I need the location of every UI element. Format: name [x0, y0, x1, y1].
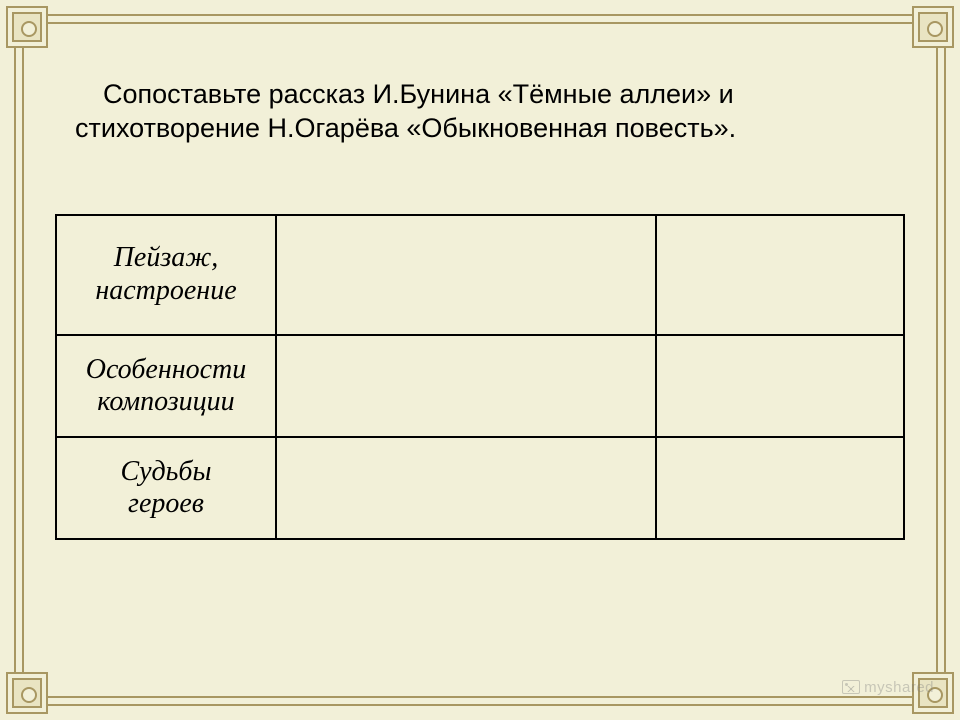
cell — [276, 215, 656, 335]
corner-ornament — [6, 672, 48, 714]
prompt-line2: стихотворение Н.Огарёва «Обыкновенная по… — [75, 113, 736, 143]
prompt-line1: Сопоставьте рассказ И.Бунина «Тёмные алл… — [103, 79, 734, 109]
corner-ornament — [6, 6, 48, 48]
comparison-table: Пейзаж,настроение Особенностикомпозиции … — [55, 214, 905, 541]
image-icon — [842, 680, 860, 694]
slide-content: Сопоставьте рассказ И.Бунина «Тёмные алл… — [55, 78, 905, 660]
corner-ornament — [912, 6, 954, 48]
cell — [276, 335, 656, 437]
cell — [656, 437, 904, 539]
row-header: Особенностикомпозиции — [56, 335, 276, 437]
task-prompt: Сопоставьте рассказ И.Бунина «Тёмные алл… — [75, 78, 905, 146]
watermark: myshared — [842, 679, 934, 696]
row-header: Пейзаж,настроение — [56, 215, 276, 335]
cell — [656, 215, 904, 335]
cell — [656, 335, 904, 437]
table-row: Пейзаж,настроение — [56, 215, 904, 335]
cell — [276, 437, 656, 539]
table-row: Судьбыгероев — [56, 437, 904, 539]
table-row: Особенностикомпозиции — [56, 335, 904, 437]
row-header: Судьбыгероев — [56, 437, 276, 539]
